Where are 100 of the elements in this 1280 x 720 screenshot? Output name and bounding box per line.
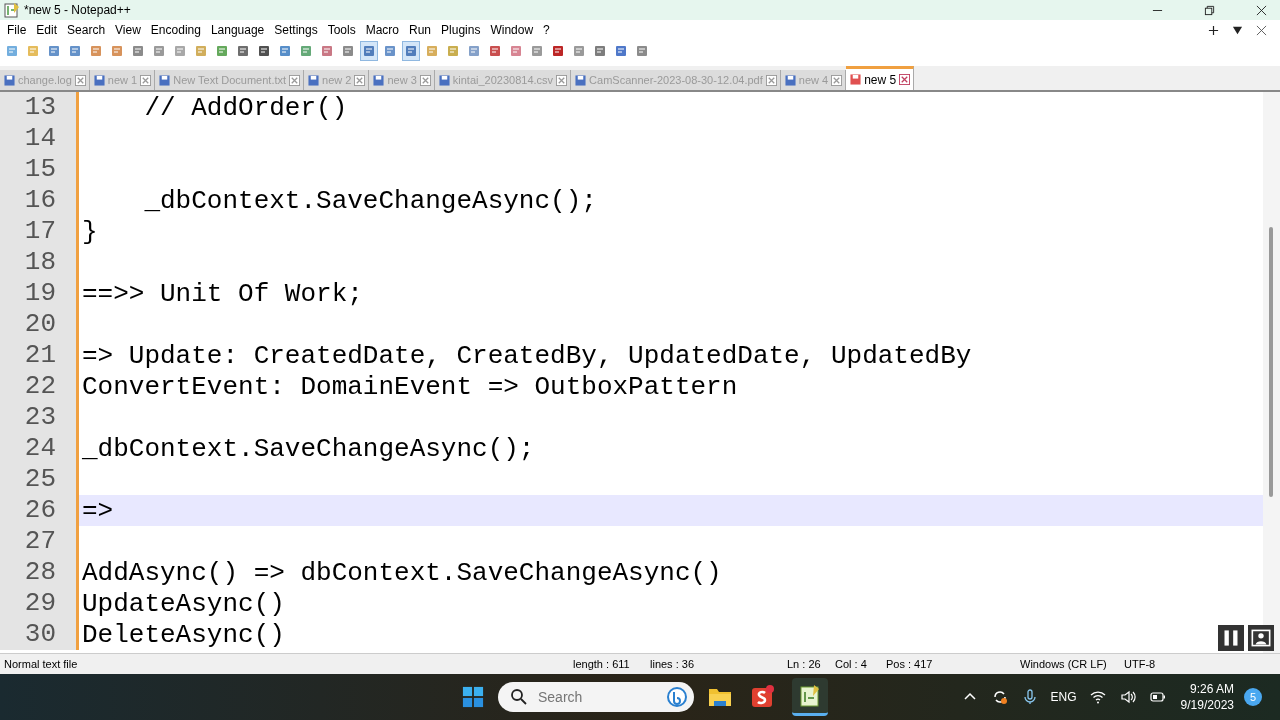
line-number: 29 <box>0 588 76 619</box>
lines-info: lines : 36 <box>649 658 696 670</box>
menu-item[interactable]: File <box>3 23 33 37</box>
plus-icon[interactable] <box>1208 24 1219 36</box>
close-tab-icon[interactable] <box>765 74 777 86</box>
column-info: Col : 4 <box>834 658 868 670</box>
menu-item[interactable]: Macro <box>361 23 405 37</box>
clock-time[interactable]: 9:26 AM <box>1189 681 1234 697</box>
file-tab[interactable]: new 5 <box>846 66 915 90</box>
document-icon <box>530 44 544 58</box>
line-number: 18 <box>0 247 76 278</box>
line-number: 26 <box>0 495 76 526</box>
line-number: 25 <box>0 464 76 495</box>
menu-item[interactable]: Run <box>405 23 438 37</box>
close-tab-icon[interactable] <box>354 74 366 86</box>
menu-item[interactable]: Search <box>63 23 112 37</box>
search-box[interactable]: Search <box>498 682 694 712</box>
document-icon <box>257 44 271 58</box>
line-number: 21 <box>0 340 76 371</box>
code-line: => Update: CreatedDate, CreatedBy, UpdatedDate, UpdatedBy <box>82 340 972 371</box>
code-line: _dbContext.SaveChangeAsync(); <box>143 185 597 216</box>
restore-icon[interactable] <box>1204 4 1215 16</box>
code-line: ConvertEvent: DomainEvent => OutboxPattern <box>82 371 738 402</box>
toolbar-button[interactable] <box>360 41 378 61</box>
document-icon <box>383 44 397 58</box>
start-icon[interactable] <box>462 686 484 708</box>
code-line: _dbContext.SaveChangeAsync(); <box>82 433 535 464</box>
battery-icon[interactable] <box>1149 689 1166 705</box>
line-number: 27 <box>0 526 76 557</box>
menu-item[interactable]: Edit <box>32 23 64 37</box>
code-line: => <box>82 495 114 526</box>
close-tab-icon[interactable] <box>419 74 431 86</box>
document-icon <box>404 44 418 58</box>
document-icon <box>236 44 250 58</box>
sync-icon[interactable] <box>991 689 1008 705</box>
encoding: UTF-8 <box>1123 658 1157 670</box>
code-line: DeleteAsync() <box>82 619 285 650</box>
notepad-icon <box>4 2 20 18</box>
menu-item[interactable]: Settings <box>270 23 324 37</box>
toolbar-button[interactable] <box>402 41 420 61</box>
menu-item[interactable]: Encoding <box>146 23 207 37</box>
line-ending: Windows (CR LF) <box>1019 658 1108 670</box>
document-icon <box>551 44 565 58</box>
line-number: 13 <box>0 92 76 123</box>
line-number: 24 <box>0 433 76 464</box>
document-icon <box>341 44 355 58</box>
taskbar-button[interactable] <box>792 678 828 716</box>
code-line: // AddOrder() <box>143 92 348 123</box>
close-tab-icon[interactable] <box>831 74 843 86</box>
document-icon <box>47 44 61 58</box>
picture-in-picture-icon[interactable] <box>1248 625 1274 651</box>
menu-item[interactable]: View <box>111 23 147 37</box>
close-tab-icon[interactable] <box>899 74 911 85</box>
document-icon <box>278 44 292 58</box>
wifi-icon[interactable] <box>1089 689 1106 705</box>
microphone-icon[interactable] <box>1021 689 1038 705</box>
pause-icon[interactable] <box>1218 625 1244 651</box>
menu-item[interactable]: Plugins <box>437 23 487 37</box>
close-icon[interactable] <box>1256 24 1267 36</box>
code-line: UpdateAsync() <box>82 588 285 619</box>
menu-item[interactable]: ? <box>539 23 556 37</box>
code-line: AddAsync() => dbContext.SaveChangeAsync() <box>82 557 722 588</box>
document-icon <box>593 44 607 58</box>
document-icon <box>194 44 208 58</box>
code-line: } <box>82 216 98 247</box>
language-indicator[interactable]: ENG <box>1050 690 1077 704</box>
chat-bubble-icon[interactable] <box>666 686 688 708</box>
line-number: 22 <box>0 371 76 402</box>
document-icon <box>320 44 334 58</box>
file-type: Normal text file <box>3 658 79 670</box>
scroll-thumb[interactable] <box>1269 227 1273 497</box>
close-tab-icon[interactable] <box>556 74 568 86</box>
menu-item[interactable]: Language <box>206 23 271 37</box>
speaker-icon[interactable] <box>1119 689 1136 705</box>
line-number: 20 <box>0 309 76 340</box>
document-icon <box>467 44 481 58</box>
document-icon <box>425 44 439 58</box>
scrollbar[interactable] <box>1263 92 1280 653</box>
document-icon <box>26 44 40 58</box>
position-info: Pos : 417 <box>885 658 934 670</box>
search-icon <box>510 688 528 706</box>
close-tab-icon[interactable] <box>74 74 86 86</box>
search-field[interactable]: Search <box>536 688 658 706</box>
document-icon <box>614 44 628 58</box>
document-icon <box>215 44 229 58</box>
document-icon <box>572 44 586 58</box>
menu-item[interactable]: Window <box>486 23 540 37</box>
menu-item[interactable]: Tools <box>323 23 362 37</box>
close-tab-icon[interactable] <box>140 74 152 86</box>
line-number: 19 <box>0 278 76 309</box>
code-line: ==>> Unit Of Work; <box>82 278 363 309</box>
app-icon[interactable] <box>750 685 774 709</box>
clock-date[interactable]: 9/19/2023 <box>1180 697 1234 713</box>
document-icon <box>635 44 649 58</box>
document-icon <box>173 44 187 58</box>
document-icon <box>362 44 376 58</box>
close-tab-icon[interactable] <box>289 74 301 86</box>
line-number: 17 <box>0 216 76 247</box>
dropdown-icon[interactable] <box>1232 24 1243 36</box>
close-icon[interactable] <box>1256 4 1267 16</box>
